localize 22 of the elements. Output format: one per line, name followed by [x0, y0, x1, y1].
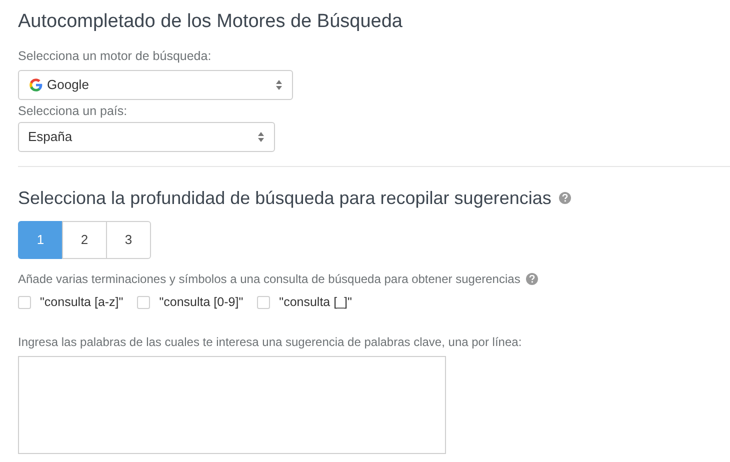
dropdown-arrows-icon — [276, 80, 282, 90]
section-heading: Selecciona la profundidad de búsqueda para recopilar sugerencias — [18, 187, 552, 209]
checkbox-label: "consulta [a-z]" — [40, 294, 124, 311]
country-select[interactable]: España — [18, 122, 275, 152]
page-title: Autocompletado de los Motores de Búsqueda — [18, 10, 404, 34]
engine-select[interactable]: Google — [18, 70, 293, 100]
field-label: Ingresa las palabras de las cuales te interesa una sugerencia de palabras clave, una por línea: — [18, 334, 523, 350]
checkbox[interactable] — [137, 296, 150, 309]
checkbox[interactable] — [18, 296, 31, 309]
field-label: Selecciona un país: — [18, 103, 128, 119]
help-icon[interactable] — [559, 192, 572, 204]
keywords-textarea[interactable] — [18, 356, 446, 454]
checkbox-label: "consulta [0-9]" — [159, 294, 244, 311]
depth-option[interactable]: 3 — [106, 221, 151, 259]
dropdown-arrows-icon — [258, 132, 264, 142]
google-icon — [29, 78, 43, 92]
checkbox-label: "consulta [_]" — [279, 294, 352, 311]
field-label: Selecciona un motor de búsqueda: — [18, 48, 212, 64]
help-icon[interactable] — [526, 273, 538, 285]
checkbox[interactable] — [257, 296, 270, 309]
depth-option[interactable]: 2 — [62, 221, 107, 259]
option-description: Añade varias terminaciones y símbolos a una consulta de búsqueda para obtener sugerencias — [18, 271, 520, 287]
